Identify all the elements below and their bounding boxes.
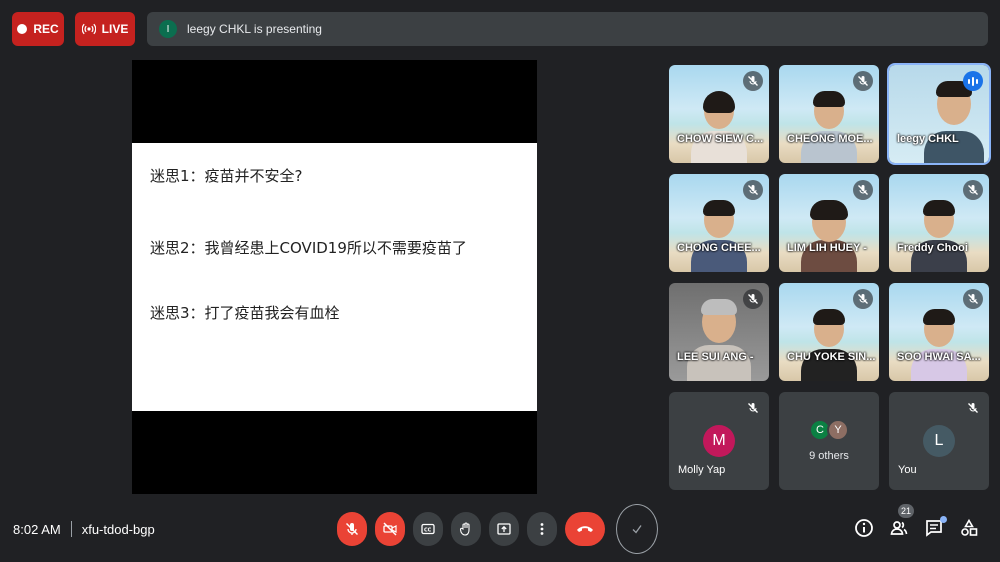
live-button[interactable]: LIVE: [75, 12, 135, 46]
participant-name: LIM LIH HUEY -: [787, 242, 867, 254]
participant-video: [801, 200, 857, 272]
present-now-button[interactable]: [489, 512, 519, 546]
self-tile[interactable]: L You: [889, 392, 989, 490]
hand-icon: [459, 522, 470, 536]
participant-tile-active-speaker[interactable]: leegy CHKL: [887, 63, 991, 165]
participant-video: [924, 81, 984, 163]
captions-icon: CC: [421, 523, 435, 535]
mic-off-icon: [743, 398, 763, 418]
participant-tile[interactable]: CHEONG MOE...: [779, 65, 879, 163]
participant-video: [691, 91, 747, 163]
record-icon: [17, 24, 28, 34]
broadcast-icon: [81, 23, 96, 35]
leave-call-button[interactable]: [565, 512, 605, 546]
participant-name: You: [898, 464, 917, 476]
participant-video: [687, 299, 751, 381]
participant-tile[interactable]: CHONG CHEE...: [669, 174, 769, 272]
participant-name: CHONG CHEE...: [677, 242, 761, 254]
people-button[interactable]: [886, 515, 912, 541]
raise-hand-button[interactable]: [451, 512, 481, 546]
info-icon: [855, 519, 873, 537]
avatar: M: [703, 425, 735, 457]
mic-off-icon: [963, 180, 983, 200]
unread-indicator: [940, 516, 947, 523]
participant-name: leegy CHKL: [897, 133, 959, 145]
mic-off-icon: [963, 289, 983, 309]
more-vert-icon: [540, 523, 544, 535]
svg-text:CC: CC: [424, 528, 432, 534]
participant-name: CHOW SIEW C...: [677, 133, 764, 145]
activities-icon: [961, 518, 978, 536]
camera-toggle-button[interactable]: [375, 512, 405, 546]
participant-tile[interactable]: CHOW SIEW C...: [669, 65, 769, 163]
mic-off-icon: [743, 71, 763, 91]
participant-tile-molly[interactable]: M Molly Yap: [669, 392, 769, 490]
camera-off-icon: [383, 522, 397, 536]
participant-video: [801, 309, 857, 381]
slide-line-2: 迷思2：我曾经患上COVID19所以不需要疫苗了: [150, 239, 467, 257]
shared-slide: 迷思1：疫苗并不安全? 迷思2：我曾经患上COVID19所以不需要疫苗了 迷思3…: [132, 143, 537, 411]
others-count-label: 9 others: [809, 450, 849, 462]
rec-label: REC: [33, 22, 59, 36]
participant-tile[interactable]: LEE SUI ANG -: [669, 283, 769, 381]
participant-name: CHEONG MOE...: [787, 133, 873, 145]
participant-name: Molly Yap: [678, 464, 726, 476]
rec-button[interactable]: REC: [12, 12, 64, 46]
presenting-text: leegy CHKL is presenting: [187, 22, 322, 36]
participant-video: [801, 91, 857, 163]
meeting-details-button[interactable]: [851, 515, 877, 541]
live-label: LIVE: [101, 22, 129, 36]
divider: [70, 521, 72, 537]
check-icon: [632, 525, 642, 534]
participant-name: SOO HWAI SA...: [897, 351, 981, 363]
avatar: Y: [827, 419, 849, 441]
hang-up-icon: [577, 526, 593, 532]
people-icon: [890, 521, 908, 535]
mic-off-icon: [853, 289, 873, 309]
speaking-indicator-icon: [963, 71, 983, 91]
extension-button[interactable]: [616, 504, 658, 554]
participant-tile[interactable]: Freddy Chooi: [889, 174, 989, 272]
mic-off-icon: [345, 522, 359, 536]
captions-button[interactable]: CC: [413, 512, 443, 546]
others-tile[interactable]: C Y 9 others: [779, 392, 879, 490]
present-icon: [497, 523, 511, 535]
activities-button[interactable]: [956, 515, 982, 541]
mic-off-icon: [743, 180, 763, 200]
participant-name: CHU YOKE SIN...: [787, 351, 876, 363]
meeting-code: xfu-tdod-bgp: [81, 521, 155, 537]
participant-tile[interactable]: CHU YOKE SIN...: [779, 283, 879, 381]
mic-off-icon: [853, 71, 873, 91]
microphone-toggle-button[interactable]: [337, 512, 367, 546]
participant-tile[interactable]: LIM LIH HUEY -: [779, 174, 879, 272]
participant-name: LEE SUI ANG -: [677, 351, 754, 363]
participant-video: [911, 309, 967, 381]
mic-off-icon: [853, 180, 873, 200]
participant-name: Freddy Chooi: [897, 242, 968, 254]
people-count-badge: 21: [898, 504, 914, 518]
mic-off-icon: [963, 398, 983, 418]
participant-video: [911, 200, 967, 272]
meeting-info: 8:02 AM xfu-tdod-bgp: [13, 521, 155, 537]
presenter-avatar: I: [159, 20, 177, 38]
participant-video: [691, 200, 747, 272]
participant-tile[interactable]: SOO HWAI SA...: [889, 283, 989, 381]
avatar: L: [923, 425, 955, 457]
slide-line-1: 迷思1：疫苗并不安全?: [150, 167, 303, 185]
presenting-banner[interactable]: I leegy CHKL is presenting: [147, 12, 988, 46]
clock-time: 8:02 AM: [13, 521, 61, 537]
presentation-stage[interactable]: 迷思1：疫苗并不安全? 迷思2：我曾经患上COVID19所以不需要疫苗了 迷思3…: [132, 60, 537, 494]
slide-line-3: 迷思3：打了疫苗我会有血栓: [150, 304, 340, 322]
more-options-button[interactable]: [527, 512, 557, 546]
mic-off-icon: [743, 289, 763, 309]
